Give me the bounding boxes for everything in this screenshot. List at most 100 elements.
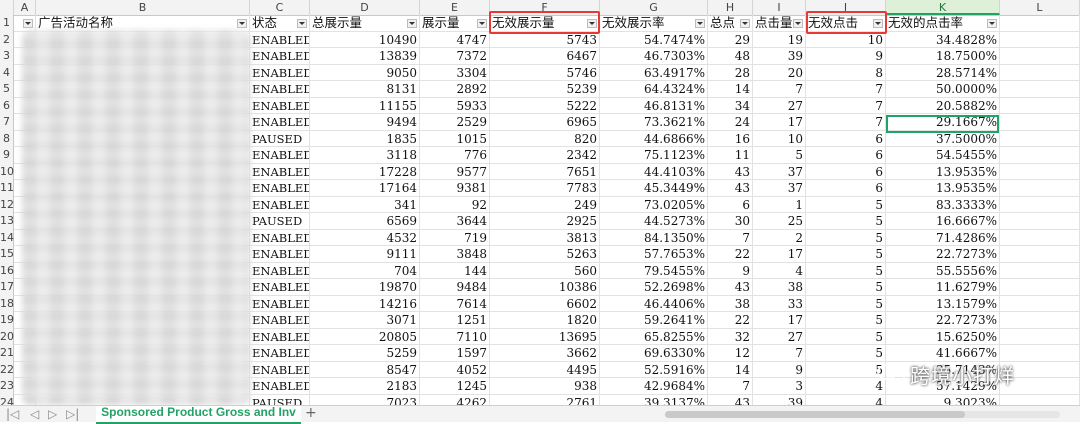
filter-dropdown-icon[interactable] [477,19,487,28]
row-number[interactable]: 10 [0,163,14,180]
value-cell[interactable]: 17 [753,114,806,131]
value-cell[interactable]: 48 [708,48,753,65]
value-cell[interactable]: 38 [708,295,753,312]
value-cell[interactable]: 37 [753,180,806,197]
value-cell[interactable]: 14 [708,81,753,98]
active-cell[interactable] [886,115,999,133]
filter-dropdown-icon[interactable] [23,19,33,28]
status-cell[interactable]: ENABLED [250,378,310,395]
value-cell[interactable]: 13.9535% [886,163,1000,180]
value-cell[interactable]: 7 [806,81,886,98]
value-cell[interactable]: 2183 [310,378,420,395]
value-cell[interactable]: 16 [708,130,753,147]
value-cell[interactable]: 5 [806,361,886,378]
value-cell[interactable]: 59.2641% [600,312,708,329]
value-cell[interactable]: 11.6279% [886,279,1000,296]
value-cell[interactable]: 3071 [310,312,420,329]
cell-l[interactable] [1000,196,1080,213]
value-cell[interactable]: 16.6667% [886,213,1000,230]
value-cell[interactable]: 6 [708,196,753,213]
status-cell[interactable]: ENABLED [250,246,310,263]
value-cell[interactable]: 9 [806,48,886,65]
row-number[interactable]: 19 [0,312,14,329]
value-cell[interactable]: 27 [753,328,806,345]
row-number[interactable]: 9 [0,147,14,164]
cell-l[interactable] [1000,48,1080,65]
value-cell[interactable]: 5 [806,312,886,329]
filter-dropdown-icon[interactable] [793,19,803,28]
value-cell[interactable]: 5 [806,262,886,279]
value-cell[interactable]: 3644 [420,213,490,230]
value-cell[interactable]: 5 [806,246,886,263]
value-cell[interactable]: 65.8255% [600,328,708,345]
column-letter-h[interactable]: H [708,0,753,15]
value-cell[interactable]: 34 [708,97,753,114]
value-cell[interactable]: 9484 [420,279,490,296]
value-cell[interactable]: 1251 [420,312,490,329]
row-number[interactable]: 15 [0,246,14,263]
value-cell[interactable]: 6 [806,130,886,147]
value-cell[interactable]: 13.1579% [886,295,1000,312]
value-cell[interactable]: 22.7273% [886,246,1000,263]
cell-l[interactable] [1000,180,1080,197]
row-number[interactable]: 24 [0,394,14,405]
last-sheet-icon[interactable]: ▷| [66,407,79,421]
value-cell[interactable]: 5 [806,328,886,345]
value-cell[interactable]: 5 [806,213,886,230]
cell-l[interactable] [1000,246,1080,263]
value-cell[interactable]: 9494 [310,114,420,131]
value-cell[interactable]: 5746 [490,64,600,81]
value-cell[interactable]: 42.9684% [600,378,708,395]
value-cell[interactable]: 6965 [490,114,600,131]
value-cell[interactable]: 6 [806,180,886,197]
column-letter-a[interactable]: A [14,0,36,15]
status-cell[interactable]: ENABLED [250,31,310,48]
value-cell[interactable]: 9577 [420,163,490,180]
prev-sheet-icon[interactable]: ◁ [30,407,39,421]
value-cell[interactable]: 5933 [420,97,490,114]
value-cell[interactable]: 52.2698% [600,279,708,296]
value-cell[interactable]: 5 [806,279,886,296]
value-cell[interactable]: 73.3621% [600,114,708,131]
value-cell[interactable]: 84.1350% [600,229,708,246]
cell-l[interactable] [1000,229,1080,246]
value-cell[interactable]: 5 [806,196,886,213]
value-cell[interactable]: 92 [420,196,490,213]
filter-dropdown-icon[interactable] [987,19,997,28]
spreadsheet-grid[interactable]: ABCDEFGHIJKL 1 2 3 4 5 6 7 8 9 10 11 12 13 14 15 16 17 18… [0,0,1080,405]
value-cell[interactable]: 19870 [310,279,420,296]
value-cell[interactable]: 43 [708,163,753,180]
value-cell[interactable]: 37 [753,163,806,180]
value-cell[interactable]: 20805 [310,328,420,345]
value-cell[interactable]: 9 [708,262,753,279]
value-cell[interactable]: 83.3333% [886,196,1000,213]
value-cell[interactable]: 8 [806,64,886,81]
value-cell[interactable]: 5 [753,147,806,164]
status-cell[interactable]: ENABLED [250,180,310,197]
value-cell[interactable]: 4 [806,378,886,395]
column-letter-e[interactable]: E [420,0,490,15]
value-cell[interactable]: 7651 [490,163,600,180]
value-cell[interactable]: 43 [708,180,753,197]
status-cell[interactable]: ENABLED [250,361,310,378]
row-number[interactable]: 22 [0,361,14,378]
column-letter-l[interactable]: L [1000,0,1080,15]
status-cell[interactable]: ENABLED [250,147,310,164]
value-cell[interactable]: 7 [806,97,886,114]
row-number[interactable]: 12 [0,196,14,213]
row-number[interactable]: 2 [0,31,14,48]
column-letter-d[interactable]: D [310,0,420,15]
value-cell[interactable]: 9 [753,361,806,378]
value-cell[interactable]: 1015 [420,130,490,147]
value-cell[interactable]: 7 [753,345,806,362]
column-letter-g[interactable]: G [600,0,708,15]
value-cell[interactable]: 10386 [490,279,600,296]
value-cell[interactable]: 719 [420,229,490,246]
value-cell[interactable]: 9381 [420,180,490,197]
value-cell[interactable]: 18.7500% [886,48,1000,65]
value-cell[interactable]: 38 [753,279,806,296]
filter-dropdown-icon[interactable] [237,19,247,28]
value-cell[interactable]: 13.9535% [886,180,1000,197]
value-cell[interactable]: 17228 [310,163,420,180]
value-cell[interactable]: 25 [753,213,806,230]
